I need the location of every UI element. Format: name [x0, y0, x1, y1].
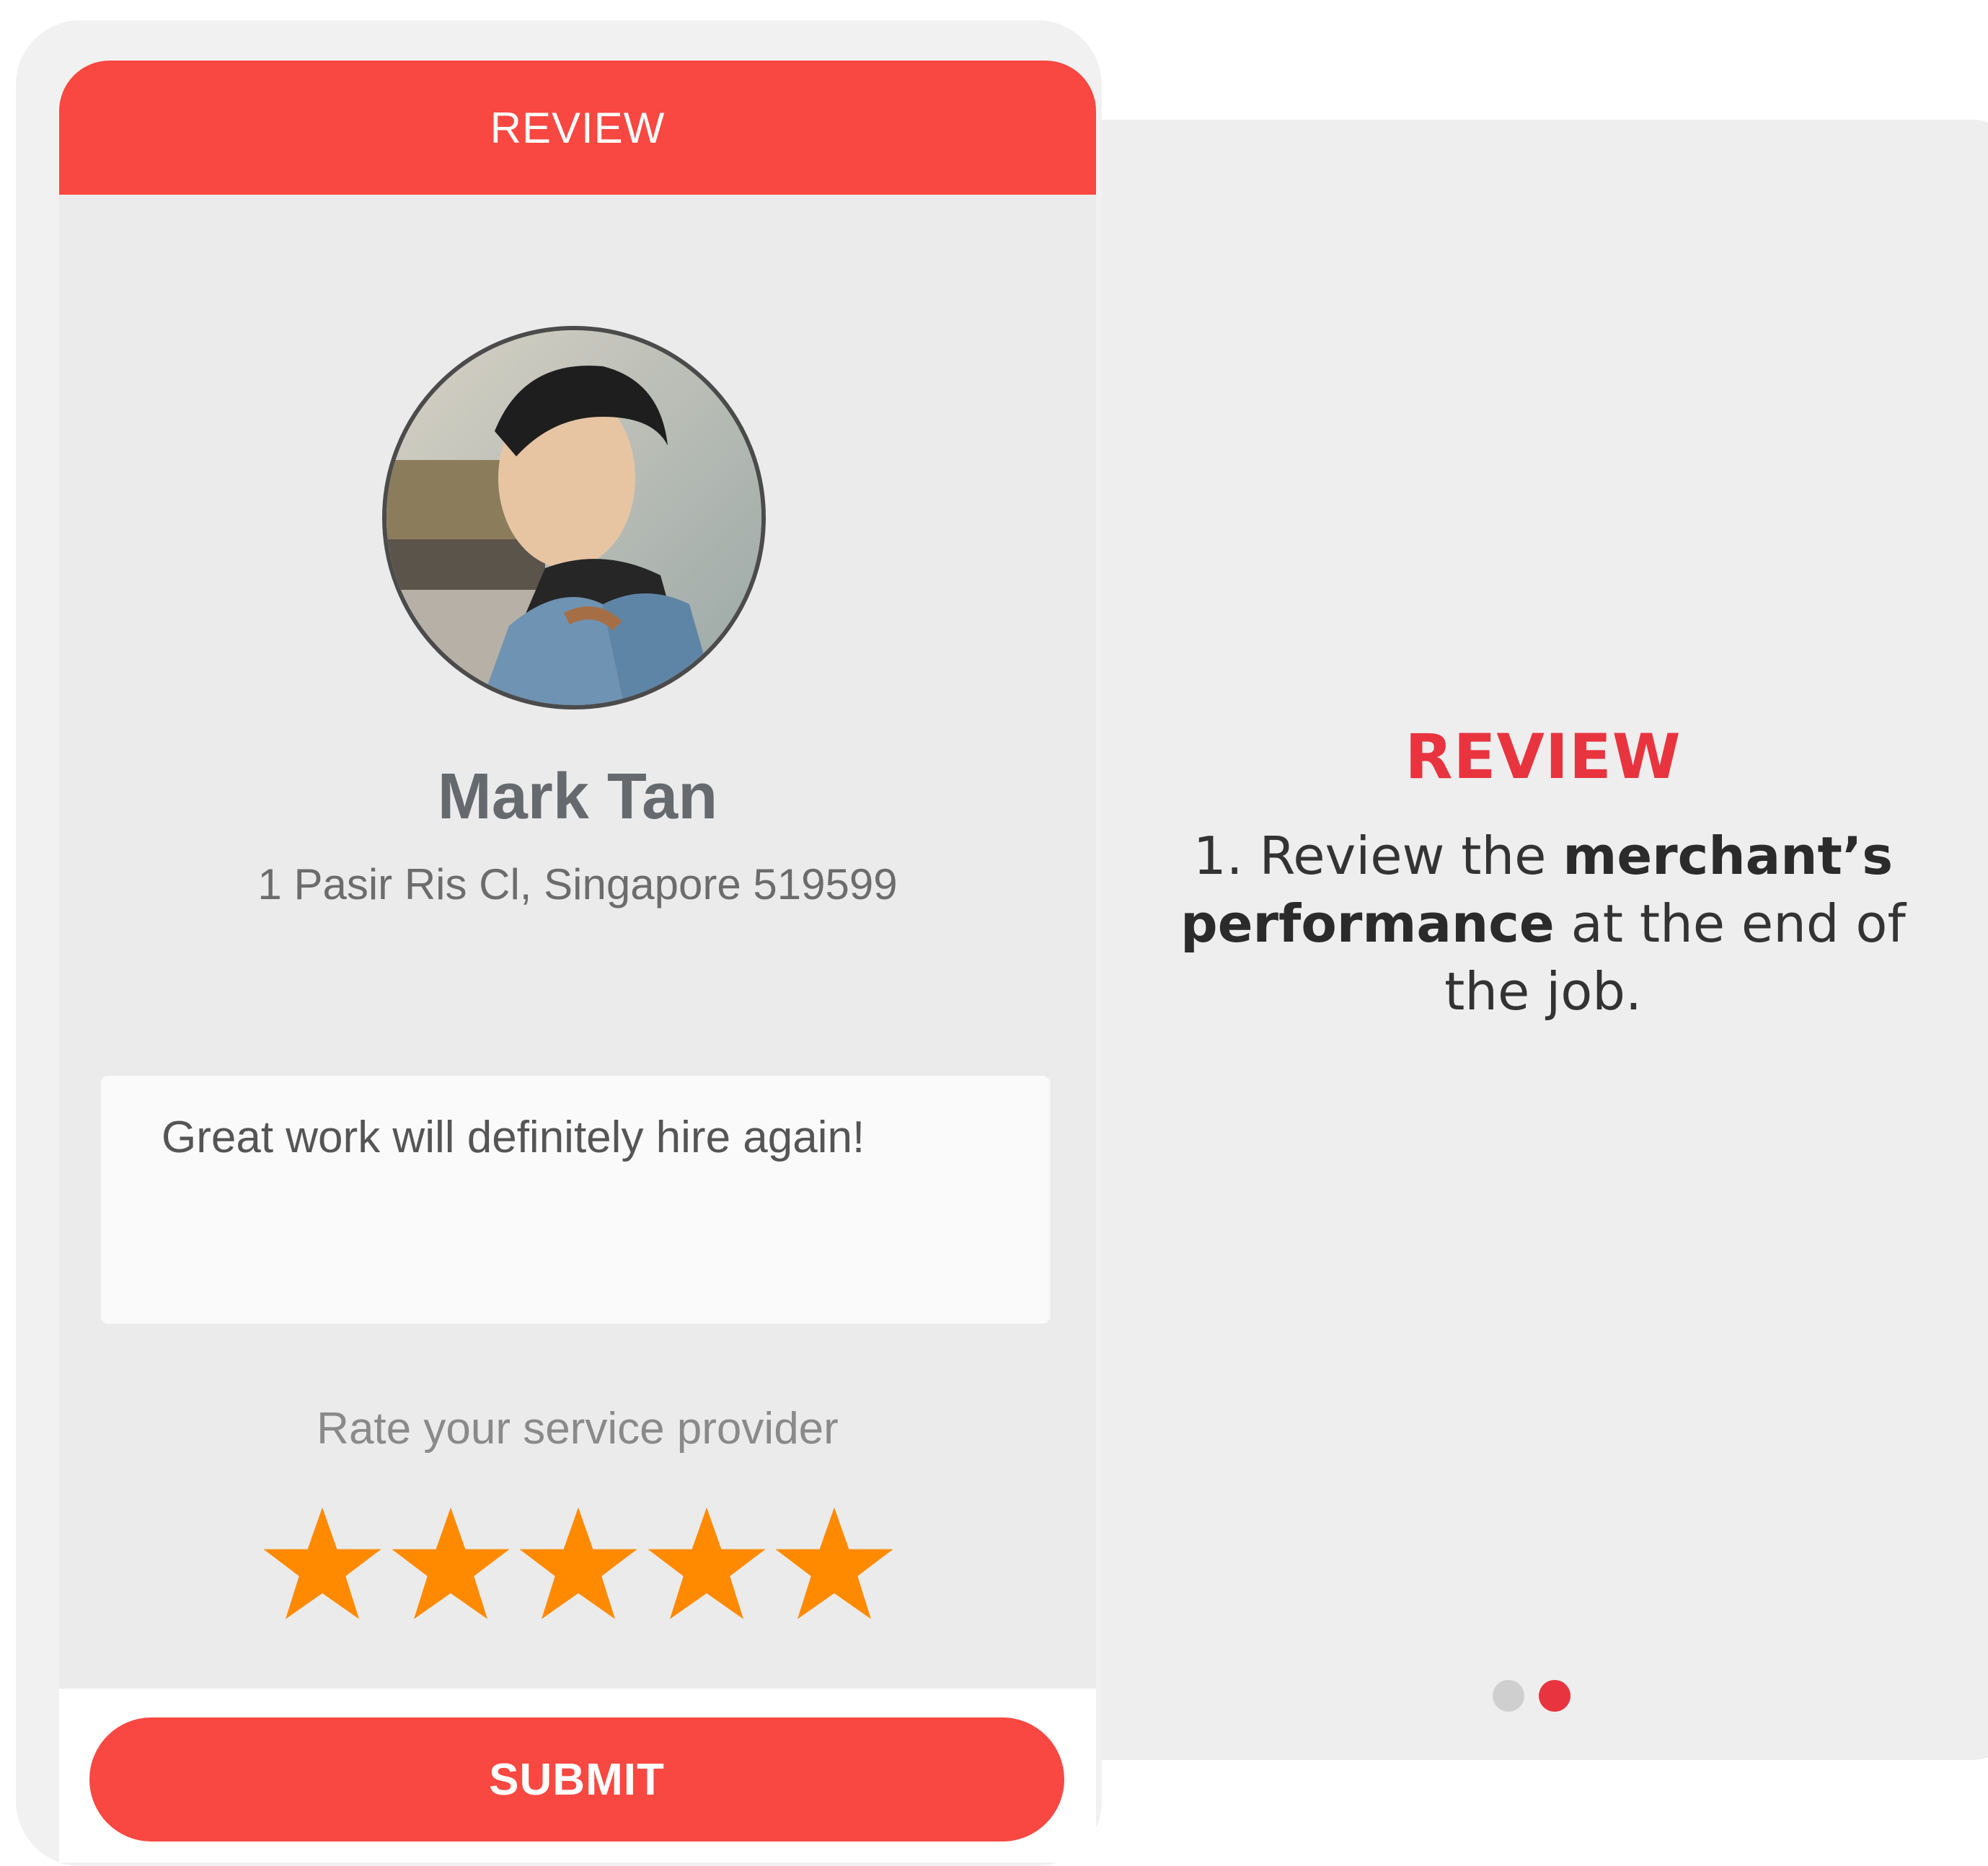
- info-title: REVIEW: [1405, 721, 1682, 793]
- header-title: REVIEW: [490, 103, 666, 152]
- star-icon[interactable]: [389, 1503, 512, 1625]
- info-description: 1. Review the merchant’s performance at …: [1154, 822, 1932, 1025]
- pager-dot-2[interactable]: [1539, 1680, 1570, 1712]
- star-icon[interactable]: [517, 1503, 640, 1625]
- avatar: [382, 326, 766, 709]
- app-header: REVIEW: [59, 61, 1096, 195]
- star-icon[interactable]: [645, 1503, 768, 1625]
- rating-label: Rate your service provider: [317, 1404, 839, 1454]
- pager-dot-1[interactable]: [1493, 1680, 1524, 1712]
- info-text-prefix: 1. Review the: [1193, 826, 1563, 886]
- star-icon[interactable]: [261, 1503, 384, 1625]
- phone-frame: REVIEW Mark Tan 1 Pasir Ris Cl, Singapor…: [16, 20, 1102, 1866]
- submit-button[interactable]: SUBMIT: [89, 1717, 1064, 1841]
- review-screen: REVIEW Mark Tan 1 Pasir Ris Cl, Singapor…: [59, 61, 1096, 1862]
- star-rating[interactable]: [261, 1503, 896, 1632]
- review-textarea[interactable]: Great work will definitely hire again!: [101, 1076, 1050, 1324]
- merchant-address: 1 Pasir Ris Cl, Singapore 519599: [257, 860, 898, 908]
- merchant-name: Mark Tan: [437, 761, 718, 833]
- pager-dots: [1493, 1680, 1570, 1712]
- star-icon[interactable]: [773, 1503, 896, 1625]
- avatar-photo: [386, 330, 761, 705]
